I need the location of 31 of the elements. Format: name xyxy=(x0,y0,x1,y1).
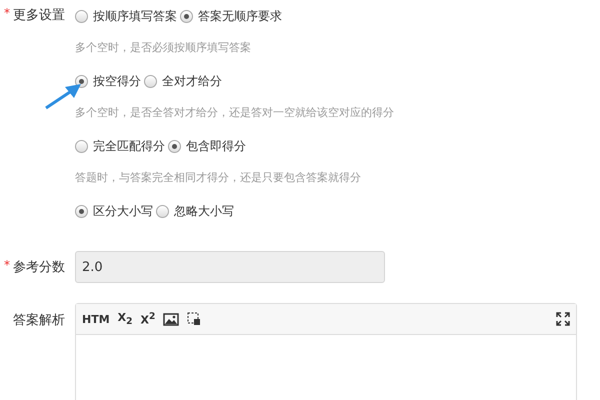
rich-text-editor[interactable]: HTM X$_{2}$ X$^{2}$ xyxy=(75,303,577,400)
image-icon[interactable] xyxy=(163,312,180,326)
fullscreen-icon[interactable] xyxy=(556,312,570,326)
required-asterisk: * xyxy=(4,258,10,274)
hint-text: 答题时，与答案完全相同才得分，还是只要包含答案就得分 xyxy=(75,170,362,185)
radio-button[interactable] xyxy=(75,204,88,218)
required-asterisk: * xyxy=(4,6,10,22)
hint-text: 多个空时，是否全答对才给分，还是答对一空就给该空对应的得分 xyxy=(75,105,395,120)
radio-button[interactable] xyxy=(75,140,88,152)
radio-button[interactable] xyxy=(75,74,88,88)
selection-icon[interactable] xyxy=(187,312,202,326)
radio-button[interactable] xyxy=(75,10,88,22)
radio-label[interactable]: 包含即得分 xyxy=(186,138,246,154)
radio-label[interactable]: 按空得分 xyxy=(93,72,141,90)
radio-label[interactable]: 按顺序填写答案 xyxy=(93,8,177,24)
radio-button[interactable] xyxy=(144,74,157,88)
field-label: 更多设置 xyxy=(13,7,65,24)
toolbar-button[interactable]: X$^{2}$ xyxy=(140,311,156,327)
radio-button[interactable] xyxy=(156,204,169,218)
toolbar-button[interactable]: HTM xyxy=(82,312,110,326)
toolbar-button[interactable]: X$_{2}$ xyxy=(118,310,133,328)
field-label: 参考分数 xyxy=(13,259,65,276)
radio-label[interactable]: 忽略大小写 xyxy=(174,202,234,220)
radio-label[interactable]: 答案无顺序要求 xyxy=(198,8,282,24)
radio-label[interactable]: 区分大小写 xyxy=(93,202,153,220)
radio-label[interactable]: 完全匹配得分 xyxy=(93,138,165,154)
field-label: 答案解析 xyxy=(13,312,65,329)
radio-button[interactable] xyxy=(180,10,193,22)
radio-label[interactable]: 全对才给分 xyxy=(162,72,222,90)
hint-text: 多个空时，是否必须按顺序填写答案 xyxy=(75,40,252,55)
radio-button[interactable] xyxy=(168,140,181,152)
